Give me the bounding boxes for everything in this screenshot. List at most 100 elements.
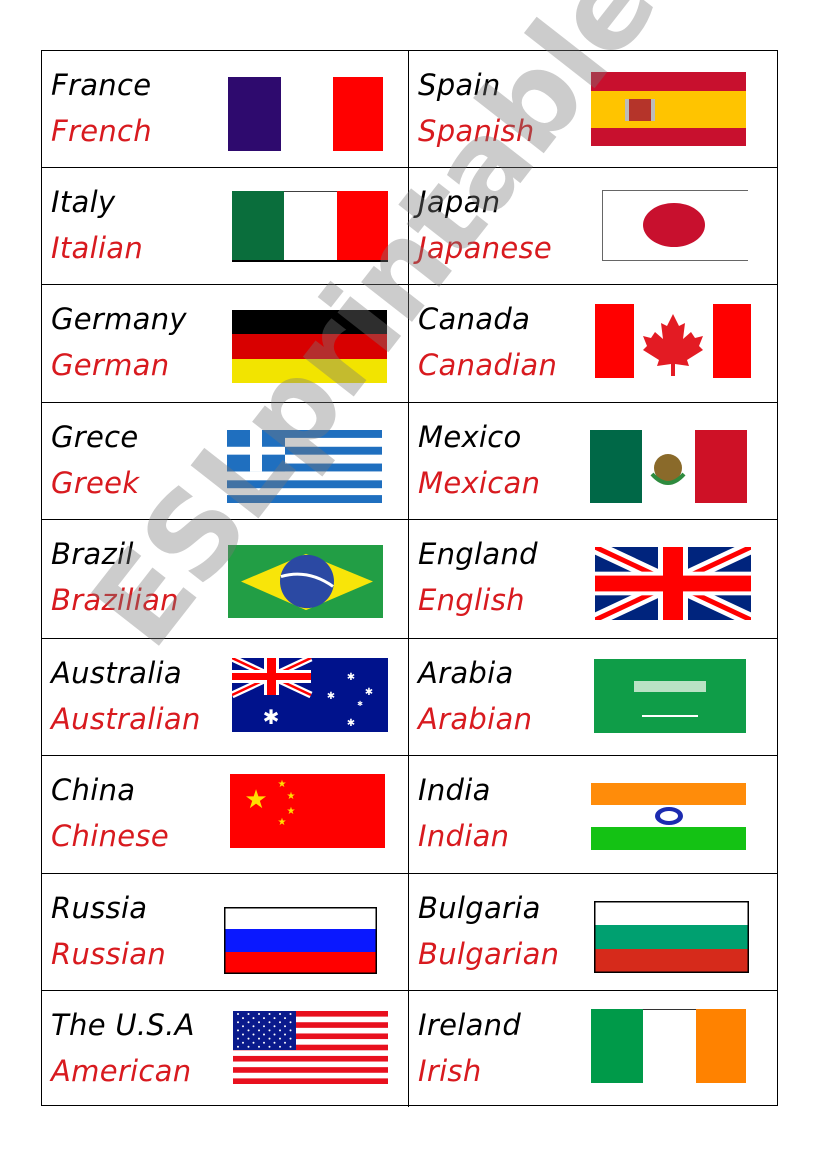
usa-star (237, 1013, 239, 1015)
card-france: France French (42, 51, 409, 168)
nationality-adjective: Greek (51, 466, 140, 500)
country-name: Canada (418, 302, 531, 336)
usa-star (258, 1045, 260, 1048)
australia-flag-icon: ✱ ✱ ✱ ✱ ✱ ✱ (232, 658, 388, 732)
card-china: China Chinese ★ ★ ★ ★ ★ (42, 756, 409, 874)
country-name: Mexico (418, 420, 522, 454)
usa-star (247, 1037, 250, 1040)
country-name: Ireland (418, 1008, 522, 1042)
japan-flag-icon (602, 190, 748, 261)
country-name: India (418, 773, 491, 807)
usa-star (279, 1045, 281, 1048)
nationality-adjective: English (418, 583, 525, 617)
card-england: England English (409, 520, 777, 639)
usa-star (258, 1013, 260, 1015)
card-canada: Canada Canadian (409, 285, 777, 403)
france-flag-icon (228, 77, 383, 151)
svg-text:★: ★ (287, 806, 296, 817)
usa-flag-graphic (233, 1011, 388, 1084)
usa-star (258, 1037, 260, 1040)
usa-star (237, 1037, 239, 1040)
nationality-adjective: Chinese (51, 819, 169, 853)
card-bulgaria: Bulgaria Bulgarian (409, 874, 777, 991)
usa-star (273, 1017, 276, 1020)
usa-stripe (233, 1078, 388, 1084)
usa-star (258, 1021, 260, 1024)
ireland-flag-icon (591, 1009, 746, 1083)
usa-star (247, 1029, 250, 1032)
usa-star (237, 1029, 239, 1032)
saudi-arabia-flag-icon (594, 659, 746, 733)
nationality-adjective: German (51, 348, 170, 382)
card-mexico: Mexico Mexican (409, 403, 777, 520)
card-brazil: Brazil Brazilian (42, 520, 409, 639)
usa-star (289, 1037, 292, 1040)
germany-flag-icon (232, 310, 387, 383)
usa-star (242, 1041, 244, 1044)
svg-text:★: ★ (278, 779, 287, 790)
svg-text:✱: ✱ (365, 687, 373, 698)
usa-stripe (233, 1067, 388, 1073)
usa-star (279, 1029, 281, 1032)
nationality-adjective: Canadian (418, 348, 558, 382)
nationality-adjective: Mexican (418, 466, 541, 500)
uk-flag-icon (595, 547, 751, 620)
nationality-adjective: Irish (418, 1054, 482, 1088)
card-arabia: Arabia Arabian (409, 639, 777, 756)
card-greece: Grece Greek (42, 403, 409, 520)
mexico-flag-icon (590, 430, 747, 503)
usa-star (247, 1045, 250, 1048)
nationality-adjective: American (51, 1054, 192, 1088)
usa-star (237, 1045, 239, 1048)
bulgaria-flag-icon (594, 901, 749, 973)
country-name: Australia (51, 656, 182, 690)
usa-star (263, 1041, 265, 1044)
svg-text:✱: ✱ (357, 700, 363, 708)
usa-star (284, 1017, 286, 1020)
usa-star (247, 1021, 250, 1024)
italy-flag-icon (232, 191, 388, 262)
usa-star (252, 1025, 255, 1028)
nationality-adjective: Australian (51, 702, 201, 736)
usa-star (268, 1029, 271, 1032)
usa-star (252, 1033, 255, 1036)
india-flag-icon (591, 783, 746, 850)
usa-flag-icon (233, 1011, 388, 1084)
country-name: Arabia (418, 656, 514, 690)
card-australia: Australia Australian ✱ ✱ ✱ ✱ ✱ ✱ (42, 639, 409, 756)
spain-flag-icon (591, 72, 746, 146)
usa-star (273, 1033, 276, 1036)
flashcard-grid: France French Spain Spanish Italy Italia… (41, 50, 778, 1107)
country-name: Russia (51, 891, 148, 925)
usa-star (263, 1017, 265, 1020)
usa-star (284, 1041, 286, 1044)
card-germany: Germany German (42, 285, 409, 403)
country-name: Spain (418, 68, 501, 102)
usa-star (268, 1021, 271, 1024)
country-name: France (51, 68, 152, 102)
usa-star (237, 1021, 239, 1024)
usa-star (279, 1037, 281, 1040)
usa-star (247, 1013, 250, 1015)
usa-star (289, 1045, 292, 1048)
usa-star (279, 1021, 281, 1024)
card-usa: The U.S.A American (42, 991, 409, 1107)
nationality-adjective: Italian (51, 231, 144, 265)
country-name: China (51, 773, 136, 807)
svg-text:✱: ✱ (347, 718, 355, 729)
usa-star (289, 1021, 292, 1024)
svg-text:★: ★ (287, 791, 296, 802)
usa-star (263, 1025, 265, 1028)
svg-text:✱: ✱ (347, 672, 355, 683)
russia-flag-icon (224, 907, 377, 974)
country-name: Brazil (51, 537, 134, 571)
country-name: Bulgaria (418, 891, 541, 925)
svg-text:★: ★ (244, 785, 267, 815)
card-russia: Russia Russian (42, 874, 409, 991)
svg-text:✱: ✱ (327, 691, 335, 702)
usa-star (268, 1013, 271, 1015)
nationality-adjective: French (51, 114, 152, 148)
usa-star (279, 1013, 281, 1015)
brazil-flag-icon (228, 545, 383, 618)
usa-star (252, 1041, 255, 1044)
